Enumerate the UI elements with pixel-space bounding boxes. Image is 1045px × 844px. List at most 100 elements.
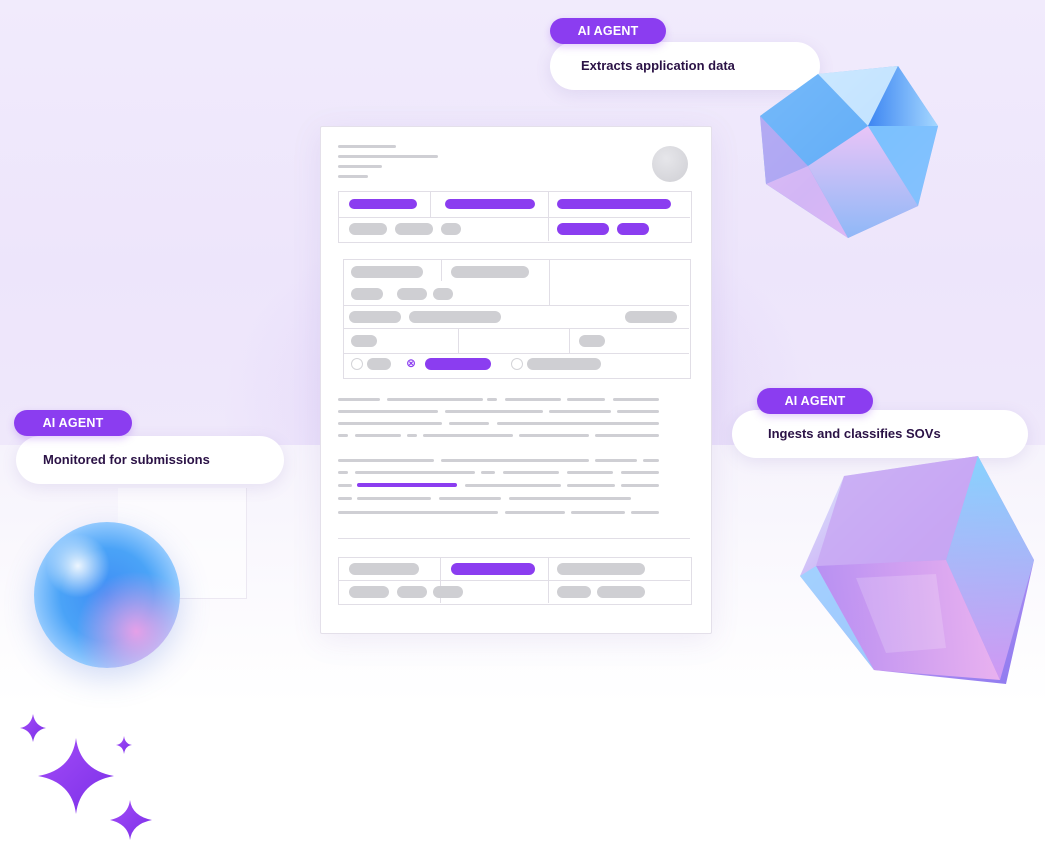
doc-divider (343, 328, 689, 329)
field-placeholder (351, 266, 423, 278)
field-placeholder (441, 223, 461, 235)
text-line (465, 484, 561, 487)
glass-cube-icon (800, 456, 1034, 684)
doc-divider (338, 538, 690, 539)
extracted-field (445, 199, 535, 209)
field-placeholder (349, 311, 401, 323)
field-placeholder (557, 563, 645, 575)
text-line (338, 511, 498, 514)
doc-divider (569, 328, 570, 353)
text-line (505, 511, 565, 514)
extracted-field (617, 223, 649, 235)
text-line (567, 398, 605, 401)
agent-badge: AI AGENT (14, 410, 132, 436)
agent-badge: AI AGENT (757, 388, 873, 414)
field-placeholder (625, 311, 677, 323)
agent-label: Monitored for submissions (16, 436, 284, 484)
doc-divider (441, 259, 442, 281)
text-line (355, 434, 401, 437)
text-line (338, 471, 348, 474)
text-line (621, 471, 659, 474)
field-placeholder (397, 586, 427, 598)
text-line (631, 511, 659, 514)
checked-option-icon: ⊗ (405, 356, 417, 370)
doc-header-line (338, 165, 382, 168)
extracted-field (425, 358, 491, 370)
field-placeholder (433, 288, 453, 300)
doc-divider (430, 191, 431, 217)
text-line (617, 410, 659, 413)
field-placeholder (351, 288, 383, 300)
field-placeholder (597, 586, 645, 598)
radio-option (511, 358, 523, 370)
doc-divider (338, 580, 690, 581)
text-line (338, 497, 352, 500)
text-line (519, 434, 589, 437)
text-line (509, 497, 631, 500)
doc-divider (343, 305, 689, 306)
text-line (571, 511, 625, 514)
text-line (621, 484, 659, 487)
extracted-field (557, 199, 671, 209)
doc-header-line (338, 155, 438, 158)
text-line (549, 410, 611, 413)
field-placeholder (349, 223, 387, 235)
text-line (505, 398, 561, 401)
field-placeholder (349, 563, 419, 575)
extracted-field (349, 199, 417, 209)
doc-header-line (338, 175, 368, 178)
text-line (355, 471, 475, 474)
text-line (567, 471, 613, 474)
text-line (613, 398, 659, 401)
doc-divider (548, 191, 549, 241)
doc-divider (343, 353, 689, 354)
text-line (338, 398, 380, 401)
text-line (567, 484, 615, 487)
text-line (445, 410, 543, 413)
field-placeholder (451, 266, 529, 278)
agent-badge: AI AGENT (550, 18, 666, 44)
text-line (595, 434, 659, 437)
text-line (387, 398, 483, 401)
text-line (595, 459, 637, 462)
field-placeholder (397, 288, 427, 300)
doc-divider (458, 328, 459, 353)
field-placeholder (367, 358, 391, 370)
field-placeholder (433, 586, 463, 598)
text-line (497, 422, 659, 425)
field-placeholder (557, 586, 591, 598)
text-line (338, 459, 434, 462)
text-line (481, 471, 495, 474)
doc-divider (338, 217, 690, 218)
application-document: ⊗ (320, 126, 712, 634)
text-line (338, 410, 438, 413)
highlighted-text (357, 483, 457, 487)
text-line (338, 422, 442, 425)
text-line (503, 471, 559, 474)
doc-divider (549, 259, 550, 305)
text-line (407, 434, 417, 437)
field-placeholder (579, 335, 605, 347)
text-line (441, 459, 589, 462)
sparkle-icon (20, 714, 152, 840)
radio-option (351, 358, 363, 370)
crystal-gem-icon (760, 66, 938, 238)
field-placeholder (349, 586, 389, 598)
text-line (487, 398, 497, 401)
doc-header-line (338, 145, 396, 148)
glass-sphere-icon (34, 522, 180, 668)
text-line (357, 497, 431, 500)
text-line (338, 484, 352, 487)
field-placeholder (351, 335, 377, 347)
field-placeholder (409, 311, 501, 323)
doc-avatar-icon (652, 146, 688, 182)
extracted-field (451, 563, 535, 575)
text-line (439, 497, 501, 500)
field-placeholder (527, 358, 601, 370)
text-line (643, 459, 659, 462)
field-placeholder (395, 223, 433, 235)
extracted-field (557, 223, 609, 235)
text-line (338, 434, 348, 437)
text-line (423, 434, 513, 437)
text-line (449, 422, 489, 425)
